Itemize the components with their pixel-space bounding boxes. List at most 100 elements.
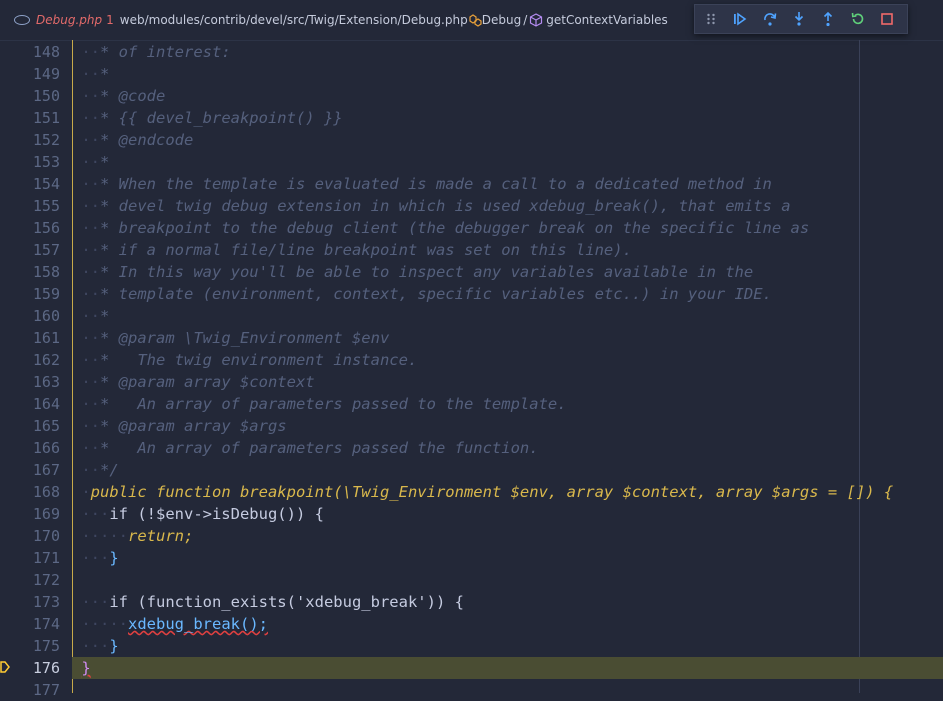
code-text: * An array of parameters passed the func… <box>100 439 539 457</box>
code-line[interactable]: ···if (!$env->isDebug()) { <box>72 503 943 525</box>
code-text: * In this way you'll be able to inspect … <box>100 263 754 281</box>
code-line[interactable] <box>72 569 943 591</box>
code-line[interactable]: ··*/ <box>72 459 943 481</box>
code-text: * @code <box>100 87 166 105</box>
line-number: 162 <box>32 351 60 369</box>
current-code-line[interactable]: } <box>72 657 943 679</box>
line-number: 148 <box>32 43 60 61</box>
line-number: 174 <box>32 615 60 633</box>
code-line[interactable]: ···if (function_exists('xdebug_break')) … <box>72 591 943 613</box>
code-line[interactable]: ··* @param array $args <box>72 415 943 437</box>
code-line[interactable]: ··* template (environment, context, spec… <box>72 283 943 305</box>
code-text: * An array of parameters passed to the t… <box>100 395 567 413</box>
line-number: 167 <box>32 461 60 479</box>
code-line[interactable]: ·public function breakpoint(\Twig_Enviro… <box>72 481 943 503</box>
code-text: */ <box>100 461 119 479</box>
restart-icon[interactable] <box>848 9 868 29</box>
continue-icon[interactable] <box>730 9 750 29</box>
code-text: * {{ devel_breakpoint() }} <box>100 109 343 127</box>
code-line[interactable]: ··* <box>72 151 943 173</box>
line-number: 165 <box>32 417 60 435</box>
class-icon <box>469 14 482 27</box>
line-number: 154 <box>32 175 60 193</box>
code-line[interactable]: ··* @param array $context <box>72 371 943 393</box>
line-number: 160 <box>32 307 60 325</box>
breakpoint-marker-icon[interactable] <box>0 661 10 673</box>
line-number: 169 <box>32 505 60 523</box>
drag-handle-icon[interactable] <box>701 9 721 29</box>
step-into-icon[interactable] <box>789 9 809 29</box>
code-text: * When the template is evaluated is made… <box>100 175 772 193</box>
code-line[interactable]: ··* devel twig debug extension in which … <box>72 195 943 217</box>
line-number: 151 <box>32 109 60 127</box>
code-text: if (!$env->isDebug()) { <box>109 505 324 523</box>
code-line[interactable]: ··* In this way you'll be able to inspec… <box>72 261 943 283</box>
code-text: * devel twig debug extension in which is… <box>100 197 791 215</box>
code-line[interactable]: ··* The twig environment instance. <box>72 349 943 371</box>
step-out-icon[interactable] <box>818 9 838 29</box>
line-number: 161 <box>32 329 60 347</box>
line-number: 149 <box>32 65 60 83</box>
step-over-icon[interactable] <box>760 9 780 29</box>
method-icon <box>530 13 543 27</box>
code-text: * of interest: <box>100 43 231 61</box>
breadcrumb-class[interactable]: Debug / <box>468 13 530 27</box>
line-number: 172 <box>32 571 60 589</box>
code-text: } <box>109 549 119 567</box>
code-line[interactable]: ··* @endcode <box>72 129 943 151</box>
code-text: } <box>81 659 91 677</box>
line-number: 150 <box>32 87 60 105</box>
code-text: if (function_exists('xdebug_break')) { <box>109 593 464 611</box>
line-number: 171 <box>32 549 60 567</box>
code-text: * <box>100 153 110 171</box>
code-line[interactable]: ·····xdebug_break(); <box>72 613 943 635</box>
code-text: * The twig environment instance. <box>100 351 418 369</box>
line-number: 175 <box>32 637 60 655</box>
line-number: 155 <box>32 197 60 215</box>
code-line[interactable]: ··* @code <box>72 85 943 107</box>
code-text: xdebug_break(); <box>128 615 268 633</box>
code-text: public function breakpoint(\Twig_Environ… <box>90 483 894 501</box>
code-line[interactable]: ·····return; <box>72 525 943 547</box>
line-number: 166 <box>32 439 60 457</box>
php-file-icon <box>14 15 30 25</box>
line-number: 159 <box>32 285 60 303</box>
line-number: 152 <box>32 131 60 149</box>
breadcrumb-method-label: getContextVariables <box>546 13 668 27</box>
line-number: 173 <box>32 593 60 611</box>
code-line[interactable]: ··* @param \Twig_Environment $env <box>72 327 943 349</box>
code-text: * template (environment, context, specif… <box>100 285 772 303</box>
breadcrumb-path[interactable]: web/modules/contrib/devel/src/Twig/Exten… <box>120 13 468 27</box>
code-text: * @endcode <box>100 131 194 149</box>
code-line[interactable]: ··* An array of parameters passed the fu… <box>72 437 943 459</box>
line-number: 164 <box>32 395 60 413</box>
code-line[interactable]: ··* An array of parameters passed to the… <box>72 393 943 415</box>
code-line[interactable]: ··* {{ devel_breakpoint() }} <box>72 107 943 129</box>
code-text: return; <box>128 527 194 545</box>
code-text: * @param array $args <box>100 417 287 435</box>
code-line[interactable]: ···} <box>72 635 943 657</box>
code-line[interactable]: ··* <box>72 305 943 327</box>
line-number: 163 <box>32 373 60 391</box>
line-number: 153 <box>32 153 60 171</box>
code-text: * <box>100 65 110 83</box>
code-text: * breakpoint to the debug client (the de… <box>100 219 810 237</box>
breadcrumb-method[interactable]: getContextVariables <box>529 13 668 27</box>
code-line[interactable]: ··* of interest: <box>72 41 943 63</box>
code-line[interactable]: ··* When the template is evaluated is ma… <box>72 173 943 195</box>
debug-toolbar <box>694 4 908 34</box>
code-text: * if a normal file/line breakpoint was s… <box>100 241 632 259</box>
code-line[interactable]: ··* breakpoint to the debug client (the … <box>72 217 943 239</box>
line-number: 157 <box>32 241 60 259</box>
code-line[interactable] <box>72 679 943 701</box>
problem-count-badge: 1 <box>106 13 114 27</box>
code-text: } <box>109 637 119 655</box>
code-line[interactable]: ··* <box>72 63 943 85</box>
line-number: 177 <box>32 681 60 699</box>
code-line[interactable]: ···} <box>72 547 943 569</box>
code-line[interactable]: ··* if a normal file/line breakpoint was… <box>72 239 943 261</box>
breadcrumb-file-name[interactable]: Debug.php <box>36 13 102 27</box>
line-number: 156 <box>32 219 60 237</box>
stop-icon[interactable] <box>877 9 897 29</box>
code-text: * @param \Twig_Environment $env <box>100 329 390 347</box>
